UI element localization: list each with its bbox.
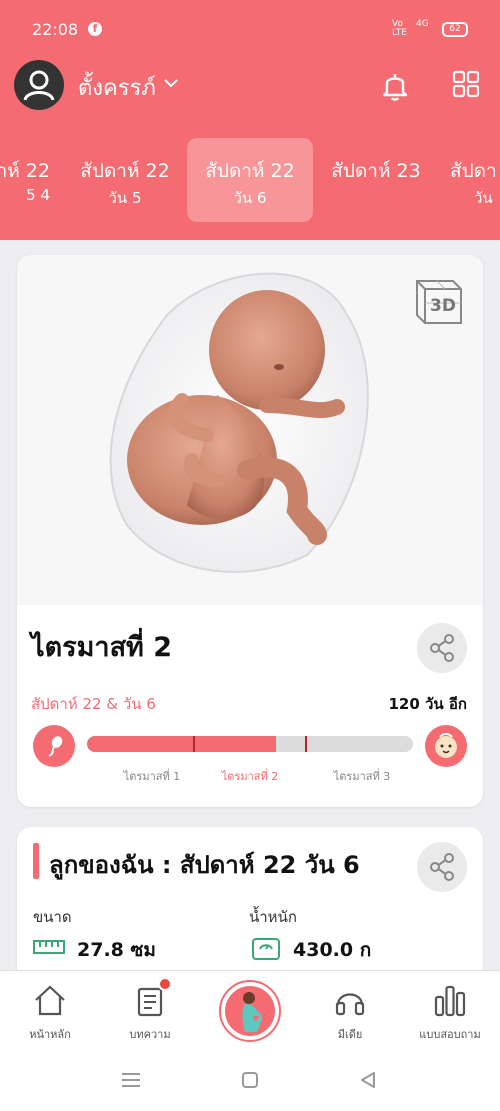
headphones-icon [335, 993, 365, 1016]
notification-dot [158, 977, 172, 991]
chevron-down-icon[interactable] [162, 74, 180, 92]
battery-indicator: 62 [442, 22, 468, 37]
progress-fill [87, 736, 277, 752]
days-left: 120 วัน อีก [388, 695, 467, 713]
nav-home[interactable]: หน้าหลัก [0, 971, 100, 1051]
trimester-card: 3D ไตรมาสที่ 2 สัปดาห์ 22 & วัน 6 120 วั… [17, 255, 483, 807]
week-tab[interactable]: สัปดาห์ 23 [313, 138, 439, 222]
status-time: 22:08 [32, 20, 79, 39]
sperm-icon [48, 736, 63, 757]
week-tab[interactable]: สัปดาห์ 22 วัน 5 [62, 138, 188, 222]
app-header: 22:08 f Vo LTE 4G 62 ตั้งครรภ์ าห์ 22 5 … [0, 0, 500, 240]
user-icon [23, 70, 55, 101]
birth-button[interactable] [425, 725, 467, 767]
network-indicator: 4G [416, 19, 429, 29]
share-button[interactable] [417, 842, 467, 892]
trimester-divider [193, 736, 195, 752]
bottom-nav: หน้าหลัก บทความ มีเดีย แบบสอบถาม [0, 970, 500, 1050]
top-bar: ตั้งครรภ์ [0, 60, 500, 110]
home-square-icon[interactable] [240, 1070, 260, 1090]
nav-media[interactable]: มีเดีย [300, 971, 400, 1051]
week-tab[interactable]: าห์ 22 5 4 [0, 138, 62, 222]
week-tab-active[interactable]: สัปดาห์ 22 วัน 6 [187, 138, 313, 222]
pregnancy-progress-bar [87, 736, 413, 752]
system-nav-bar [0, 1050, 500, 1111]
back-icon[interactable] [358, 1070, 378, 1090]
week-selector: าห์ 22 5 4 สัปดาห์ 22 วัน 5 สัปดาห์ 22 ว… [0, 138, 500, 222]
home-icon [35, 985, 65, 1016]
nav-label: หน้าหลัก [29, 1028, 71, 1041]
nav-label: มีเดีย [337, 1028, 363, 1041]
bell-icon[interactable] [378, 68, 412, 102]
pregnant-icon [225, 986, 275, 1036]
fetus-illustration[interactable]: 3D [17, 255, 483, 605]
menu-icon[interactable] [120, 1070, 142, 1090]
current-week-label: สัปดาห์ 22 & วัน 6 [31, 695, 156, 713]
trimester-label-current: ไตรมาสที่ 2 [221, 770, 279, 783]
nav-pregnancy-center[interactable] [219, 980, 281, 1042]
week-tab[interactable]: สัปดา วัน [438, 138, 500, 222]
weight-value: 430.0 ก [293, 939, 372, 961]
grid-menu-icon[interactable] [452, 70, 480, 98]
trimester-title: ไตรมาสที่ 2 [31, 632, 173, 663]
size-label: ขนาด [33, 908, 72, 926]
weight-label: น้ำหนัก [249, 908, 297, 926]
3d-view-icon[interactable]: 3D [409, 273, 467, 329]
nav-label: แบบสอบถาม [419, 1028, 481, 1041]
baby-face-icon [435, 733, 457, 758]
nav-label: บทความ [129, 1028, 171, 1041]
ruler-icon [33, 940, 65, 954]
baby-section-title: ลูกของฉัน : สัปดาห์ 22 วัน 6 [49, 851, 360, 879]
share-icon [430, 853, 454, 881]
facebook-icon: f [88, 22, 102, 36]
conception-button[interactable] [33, 725, 75, 767]
svg-text:3D: 3D [430, 296, 456, 316]
share-icon [430, 634, 454, 662]
app-title[interactable]: ตั้งครรภ์ [78, 70, 156, 105]
size-value: 27.8 ซม [77, 939, 156, 961]
section-accent [33, 843, 39, 879]
trimester-label: ไตรมาสที่ 3 [333, 770, 391, 783]
nav-articles[interactable]: บทความ [100, 971, 200, 1051]
volte-indicator: Vo LTE [392, 19, 407, 38]
nav-survey[interactable]: แบบสอบถาม [400, 971, 500, 1051]
poll-icon [434, 985, 466, 1017]
avatar[interactable] [14, 60, 64, 110]
trimester-divider [305, 736, 307, 752]
share-button[interactable] [417, 623, 467, 673]
scale-icon [252, 938, 280, 960]
status-bar: 22:08 f Vo LTE 4G 62 [0, 0, 500, 60]
trimester-label: ไตรมาสที่ 1 [123, 770, 181, 783]
